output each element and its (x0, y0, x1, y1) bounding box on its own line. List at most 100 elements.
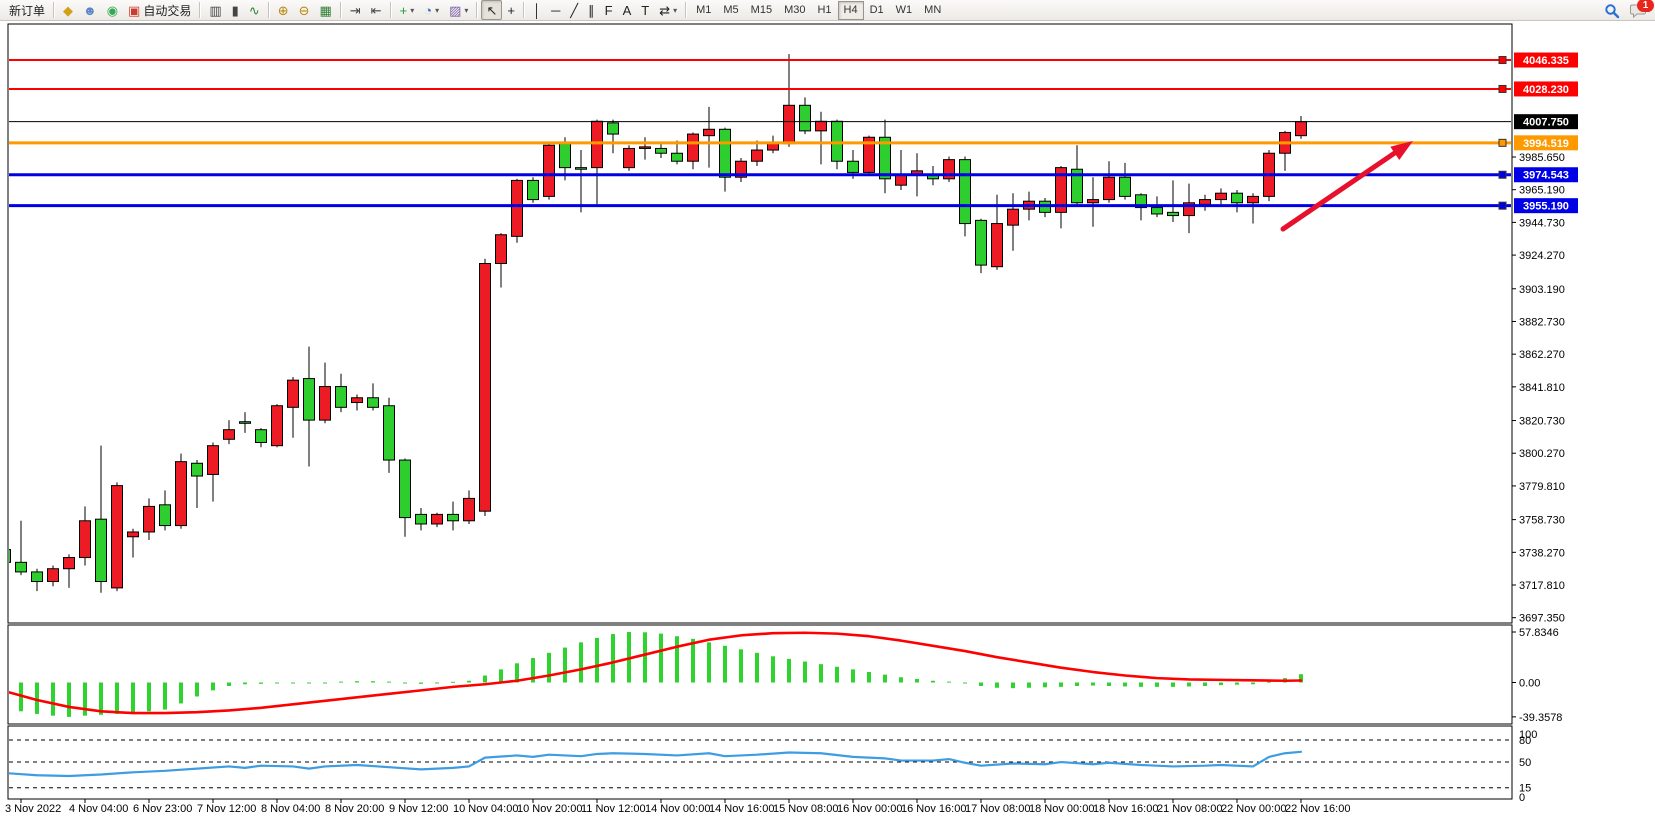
macd-hist-bar (579, 642, 583, 682)
candle (384, 406, 395, 460)
macd-hist-bar (131, 683, 135, 713)
macd-hist-bar (163, 683, 167, 710)
candle (64, 558, 75, 569)
candle (1104, 177, 1115, 199)
candle (544, 145, 555, 196)
macd-hist-bar (707, 642, 711, 682)
candle (592, 121, 603, 167)
candle (752, 150, 763, 161)
candle (16, 562, 27, 572)
candle (720, 129, 731, 177)
price-tick-label: 3738.270 (1519, 547, 1565, 559)
macd-hist-bar (899, 677, 903, 682)
macd-hist-bar (227, 683, 231, 686)
macd-hist-bar (211, 683, 215, 691)
candle (528, 180, 539, 199)
macd-hist-bar (1219, 683, 1223, 686)
price-badge-label: 4007.750 (1523, 117, 1569, 129)
time-tick-label: 10 Nov 20:00 (517, 803, 582, 815)
macd-hist-bar (291, 683, 295, 684)
hline-handle[interactable] (1499, 202, 1506, 209)
macd-hist-bar (483, 676, 487, 683)
price-tick-label: 3862.270 (1519, 349, 1565, 361)
candle (32, 572, 43, 582)
price-tick-label: 3841.810 (1519, 382, 1565, 394)
macd-hist-bar (387, 682, 391, 683)
chart-canvas: 3985.6503965.1903944.7303924.2703903.190… (0, 0, 1655, 823)
candle (304, 379, 315, 421)
candle (160, 505, 171, 526)
macd-hist-bar (1251, 683, 1255, 685)
candle (832, 121, 843, 161)
candle (816, 121, 827, 131)
candle (576, 168, 587, 170)
candle (608, 123, 619, 134)
candle (1088, 200, 1099, 203)
candle (512, 180, 523, 236)
macd-hist-bar (243, 683, 247, 685)
price-tick-label: 3944.730 (1519, 217, 1565, 229)
price-tick-label: 3820.730 (1519, 416, 1565, 428)
macd-hist-bar (1107, 683, 1111, 686)
macd-tick-label: -39.3578 (1519, 712, 1562, 724)
macd-hist-bar (851, 669, 855, 682)
candle (128, 532, 139, 537)
macd-hist-bar (931, 681, 935, 683)
hline-handle[interactable] (1499, 171, 1506, 178)
candle (432, 514, 443, 524)
macd-hist-bar (83, 683, 87, 716)
macd-hist-bar (755, 653, 759, 683)
macd-hist-bar (547, 653, 551, 683)
macd-hist-bar (35, 683, 39, 714)
macd-hist-bar (611, 634, 615, 682)
macd-hist-bar (339, 682, 343, 683)
macd-hist-bar (467, 681, 471, 683)
candle (1248, 196, 1259, 202)
macd-hist-bar (1203, 683, 1207, 686)
time-tick-label: 10 Nov 04:00 (453, 803, 518, 815)
macd-hist-bar (1011, 683, 1015, 689)
candle (176, 462, 187, 526)
macd-hist-bar (659, 634, 663, 683)
hline-handle[interactable] (1499, 57, 1506, 64)
macd-hist-bar (1155, 683, 1159, 687)
time-tick-label: 3 Nov 2022 (5, 803, 61, 815)
price-tick-label: 3779.810 (1519, 481, 1565, 493)
candle (704, 129, 715, 135)
macd-hist-bar (1235, 683, 1239, 685)
time-tick-label: 11 Nov 12:00 (581, 803, 646, 815)
price-tick-label: 3800.270 (1519, 448, 1565, 460)
time-tick-label: 22 Nov 00:00 (1221, 803, 1286, 815)
time-tick-label: 15 Nov 08:00 (773, 803, 838, 815)
candle (800, 105, 811, 131)
time-tick-label: 14 Nov 16:00 (709, 803, 774, 815)
macd-hist-bar (195, 683, 199, 697)
macd-hist-bar (1075, 683, 1079, 686)
candle (1232, 193, 1243, 203)
candle (1200, 200, 1211, 205)
candle (368, 398, 379, 408)
candle (48, 569, 59, 582)
macd-hist-bar (147, 683, 151, 712)
hline-handle[interactable] (1499, 139, 1506, 146)
candle (784, 105, 795, 143)
time-tick-label: 16 Nov 00:00 (837, 803, 902, 815)
macd-hist-bar (323, 683, 327, 684)
time-tick-label: 6 Nov 23:00 (133, 803, 192, 815)
candle (144, 506, 155, 532)
macd-hist-bar (307, 683, 311, 684)
candle (848, 161, 859, 172)
price-badge-label: 3974.543 (1523, 170, 1569, 182)
candle (96, 519, 107, 581)
time-tick-label: 17 Nov 08:00 (965, 803, 1030, 815)
candle (288, 380, 299, 407)
time-tick-label: 21 Nov 08:00 (1157, 803, 1222, 815)
rsi-tick-label: 80 (1519, 735, 1531, 747)
hline-handle[interactable] (1499, 85, 1506, 92)
price-tick-label: 3985.650 (1519, 152, 1565, 164)
time-tick-label: 18 Nov 00:00 (1029, 803, 1094, 815)
candle (624, 148, 635, 167)
macd-hist-bar (691, 639, 695, 683)
time-tick-label: 7 Nov 12:00 (197, 803, 256, 815)
macd-hist-bar (1027, 683, 1031, 688)
